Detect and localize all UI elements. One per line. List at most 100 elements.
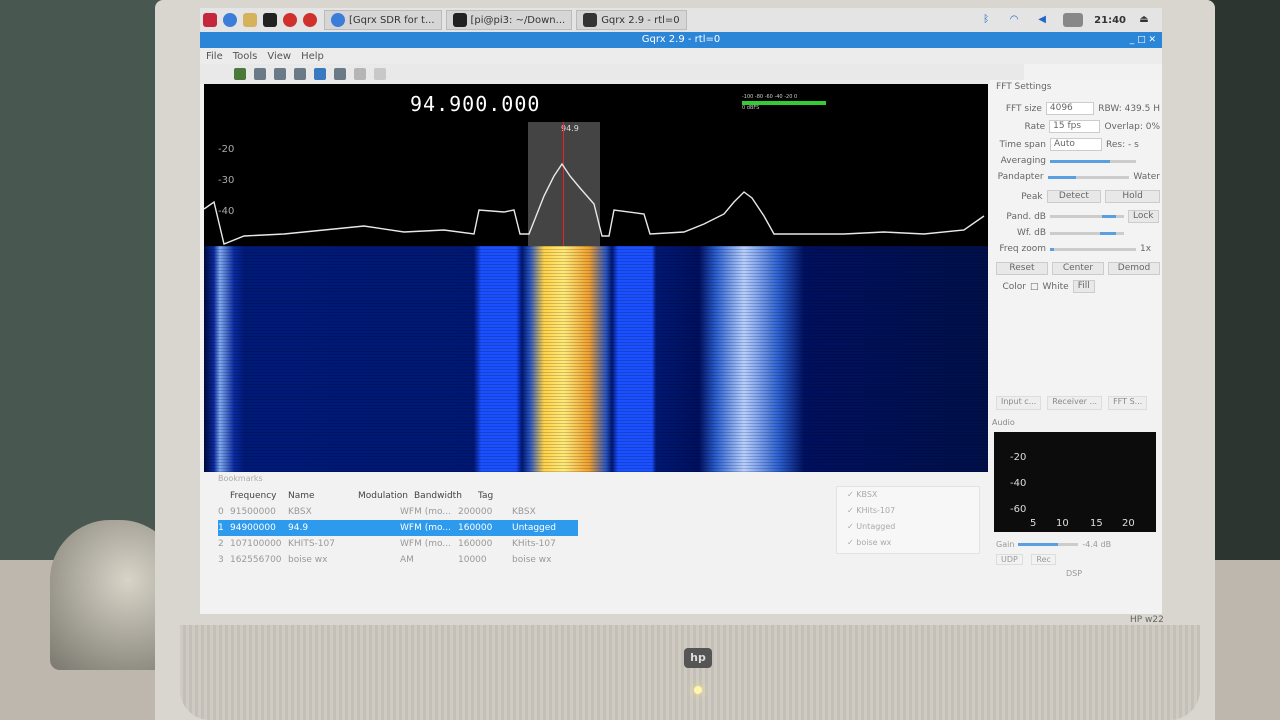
pand-db-row: Pand. dB Lock (996, 210, 1160, 223)
dsp-button[interactable]: DSP (1066, 569, 1082, 578)
header-frequency[interactable]: Frequency (230, 491, 288, 501)
header-modulation[interactable]: Modulation (358, 491, 414, 501)
screenshot-icon[interactable] (314, 68, 326, 80)
row-bandwidth: 10000 (458, 555, 487, 565)
tag-item[interactable]: ✓ KBSX (837, 487, 979, 503)
fft-panel-title: FFT Settings (996, 82, 1052, 92)
pand-db-slider[interactable] (1050, 215, 1124, 218)
reset-button[interactable]: Reset (996, 262, 1048, 275)
tag-item[interactable]: ✓ KHits-107 (837, 503, 979, 519)
row-modulation: WFM (mo... (400, 539, 451, 549)
row-index: 2 (218, 539, 224, 549)
hold-button[interactable]: Hold (1105, 190, 1161, 203)
tag-item[interactable]: ✓ boise wx (837, 535, 979, 551)
row-tag: boise wx (512, 555, 552, 565)
tab-receiver-options[interactable]: Receiver ... (1047, 396, 1103, 410)
tag-item[interactable]: ✓ Untagged (837, 519, 979, 535)
waterfall-display[interactable] (204, 246, 988, 472)
window-controls: _ □ ✕ (1130, 32, 1156, 48)
raspberry-menu-icon[interactable] (203, 13, 217, 27)
water-label: Water (1133, 172, 1160, 182)
averaging-slider[interactable] (1050, 159, 1136, 163)
row-name: 94.9 (288, 523, 309, 533)
chromium-icon (331, 13, 345, 27)
rec-button[interactable]: Rec (1031, 554, 1056, 565)
lock-button[interactable]: Lock (1128, 210, 1159, 223)
tag-label: boise wx (856, 538, 892, 547)
pandapter-slider[interactable] (1047, 175, 1130, 179)
freq-zoom-slider[interactable] (1050, 247, 1136, 251)
menu-tools[interactable]: Tools (233, 51, 258, 62)
window-titlebar[interactable]: Gqrx 2.9 - rtl=0 _ □ ✕ (200, 32, 1162, 48)
minimize-icon[interactable]: _ (1130, 35, 1135, 45)
row-frequency: 91500000 (230, 507, 276, 517)
volume-icon[interactable]: ◀ (1035, 13, 1049, 27)
spectrum-plot[interactable]: 94.9 94.900.000 -20 -30 -40 -100 -80 -60… (204, 84, 988, 246)
table-row[interactable]: 2 107100000 KHITS-107 WFM (mo... 160000 … (218, 536, 578, 552)
audio-x-tick: 10 (1056, 518, 1069, 529)
demod-button[interactable]: Demod (1108, 262, 1160, 275)
tab-fft-settings[interactable]: FFT S... (1108, 396, 1148, 410)
power-icon[interactable] (234, 68, 246, 80)
color-label: Color (1002, 281, 1027, 292)
menu-file[interactable]: File (206, 51, 223, 62)
open-icon[interactable] (254, 68, 266, 80)
close-icon[interactable]: ✕ (1148, 35, 1156, 45)
overlap-value: Overlap: 0% (1104, 121, 1160, 132)
header-tag[interactable]: Tag (478, 491, 518, 501)
fft-size-select[interactable]: 4096 (1045, 102, 1095, 115)
timespan-select[interactable]: Auto (1050, 138, 1102, 151)
tab-input-controls[interactable]: Input c... (996, 396, 1042, 410)
mathematica-icon[interactable] (303, 13, 317, 27)
row-bandwidth: 200000 (458, 507, 493, 517)
task-terminal[interactable]: [pi@pi3: ~/Down... (445, 10, 573, 30)
audio-x-tick: 20 (1122, 518, 1135, 529)
maximize-icon[interactable]: □ (1137, 35, 1146, 45)
peak-row: Peak Detect Hold (996, 190, 1161, 203)
rate-select[interactable]: 15 fps (1049, 120, 1101, 133)
row-modulation: AM (400, 555, 414, 565)
gain-value: -4.4 dB (1082, 539, 1112, 549)
header-name[interactable]: Name (288, 491, 358, 501)
task-label: [pi@pi3: ~/Down... (470, 14, 566, 26)
wf-db-slider[interactable] (1050, 231, 1124, 235)
bookmarks-table: Frequency Name Modulation Bandwidth Tag … (218, 488, 578, 568)
fft-buttons-row: Reset Center Demod (996, 262, 1160, 275)
fill-button[interactable]: Fill (1072, 280, 1095, 293)
terminal-icon (452, 13, 467, 27)
settings-icon[interactable] (294, 68, 306, 80)
detect-button[interactable]: Detect (1046, 190, 1102, 203)
bluetooth-icon[interactable]: ᛒ (979, 13, 993, 27)
pandapter-row: Pandapter Water (996, 172, 1160, 182)
header-bandwidth[interactable]: Bandwidth (414, 491, 478, 501)
wifi-icon[interactable]: ◠ (1007, 13, 1021, 27)
row-tag: KBSX (512, 507, 536, 517)
eject-icon[interactable]: ⏏ (1137, 13, 1151, 27)
averaging-label: Averaging (1000, 156, 1046, 166)
browser-icon[interactable] (223, 13, 237, 27)
peak-label: Peak (1021, 191, 1043, 202)
white-checkbox[interactable]: □ (1030, 282, 1039, 292)
gain-slider[interactable] (1018, 542, 1079, 546)
save-icon[interactable] (274, 68, 286, 80)
wf-db-row: Wf. dB (996, 228, 1160, 238)
task-chromium[interactable]: [Gqrx SDR for t... (324, 10, 442, 30)
terminal-icon[interactable] (263, 13, 277, 27)
wolfram-icon[interactable] (283, 13, 297, 27)
task-gqrx[interactable]: Gqrx 2.9 - rtl=0 (576, 10, 687, 30)
folder-icon[interactable] (243, 13, 257, 27)
system-tray: ᛒ ◠ ◀ 21:40 ⏏ (976, 13, 1162, 27)
table-row[interactable]: 0 91500000 KBSX WFM (mo... 200000 KBSX (218, 504, 578, 520)
refresh-icon[interactable] (374, 68, 386, 80)
menu-view[interactable]: View (267, 51, 291, 62)
udp-button[interactable]: UDP (996, 554, 1023, 565)
center-button[interactable]: Center (1052, 262, 1104, 275)
menu-help[interactable]: Help (301, 51, 324, 62)
row-index: 3 (218, 555, 224, 565)
remote-control-icon[interactable] (354, 68, 366, 80)
spectrum-trace (204, 162, 985, 245)
table-row-selected[interactable]: 1 94900000 94.9 WFM (mo... 160000 Untagg… (218, 520, 578, 536)
row-name: boise wx (288, 555, 328, 565)
io-devices-icon[interactable] (334, 68, 346, 80)
table-row[interactable]: 3 162556700 boise wx AM 10000 boise wx (218, 552, 578, 568)
